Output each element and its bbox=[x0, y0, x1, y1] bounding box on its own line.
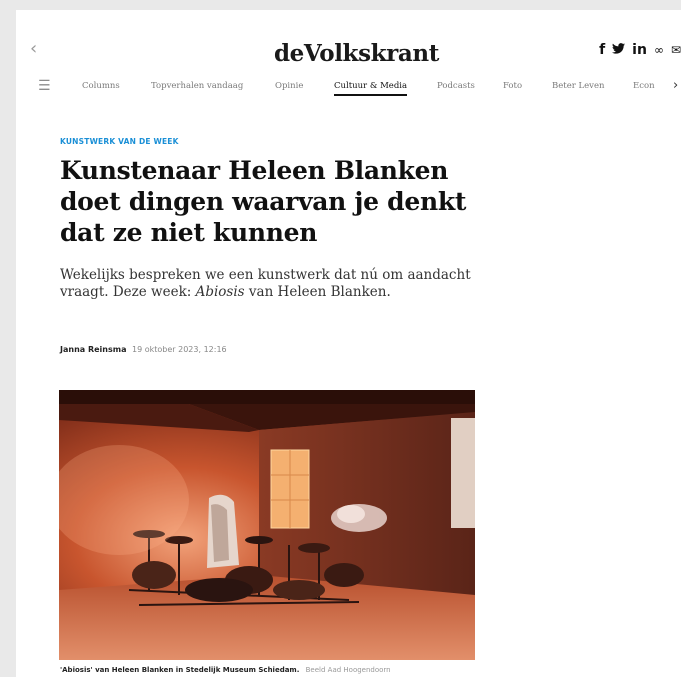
menu-icon[interactable]: ☰ bbox=[38, 78, 51, 94]
share-bar: f in ∞ ✉ bbox=[599, 42, 681, 58]
chevron-left-icon[interactable]: ‹ bbox=[30, 40, 37, 58]
nav-item-beter-leven[interactable]: Beter Leven bbox=[552, 81, 604, 91]
article-kicker[interactable]: KUNSTWERK VAN DE WEEK bbox=[60, 137, 179, 146]
publish-date: 19 oktober 2023, 12:16 bbox=[132, 345, 227, 354]
site-logo[interactable]: deVolkskrant bbox=[274, 40, 439, 67]
nav-item-podcasts[interactable]: Podcasts bbox=[437, 81, 475, 91]
nav-item-economie[interactable]: Econ bbox=[633, 81, 655, 91]
browser-page: ‹ deVolkskrant f in ∞ ✉ ☰ Columns Topver… bbox=[16, 10, 681, 677]
article-headline: Kunstenaar Heleen Blanken doet dingen wa… bbox=[60, 156, 467, 247]
nav-item-cultuur-media[interactable]: Cultuur & Media bbox=[334, 81, 408, 96]
linkedin-icon[interactable]: in bbox=[632, 42, 647, 58]
facebook-icon[interactable]: f bbox=[599, 42, 605, 58]
section-nav: ☰ Columns Topverhalen vandaag Opinie Cul… bbox=[16, 76, 681, 98]
photo-caption: 'Abiosis' van Heleen Blanken in Stedelij… bbox=[60, 666, 660, 674]
photo-credit: Beeld Aad Hoogendoorn bbox=[305, 666, 391, 674]
nav-item-foto[interactable]: Foto bbox=[503, 81, 522, 91]
article-photo[interactable] bbox=[59, 390, 475, 660]
site-header: ‹ deVolkskrant f in ∞ ✉ ☰ Columns Topver… bbox=[16, 10, 681, 112]
nav-item-columns[interactable]: Columns bbox=[82, 81, 120, 91]
chevron-right-icon[interactable]: › bbox=[673, 78, 678, 93]
lead-text-2: van Heleen Blanken. bbox=[244, 284, 391, 300]
byline: Janna Reinsma 19 oktober 2023, 12:16 bbox=[60, 345, 227, 354]
link-icon[interactable]: ∞ bbox=[654, 42, 664, 58]
article-lead: Wekelijks bespreken we een kunstwerk dat… bbox=[60, 267, 480, 301]
caption-text: 'Abiosis' van Heleen Blanken in Stedelij… bbox=[60, 666, 300, 674]
nav-item-topverhalen[interactable]: Topverhalen vandaag bbox=[151, 81, 243, 91]
artwork-photo-illustration bbox=[59, 390, 475, 660]
mail-icon[interactable]: ✉ bbox=[671, 42, 681, 58]
twitter-icon[interactable] bbox=[612, 42, 626, 58]
lead-artwork-title: Abiosis bbox=[195, 284, 245, 300]
nav-item-opinie[interactable]: Opinie bbox=[275, 81, 303, 91]
author-name[interactable]: Janna Reinsma bbox=[60, 345, 126, 354]
